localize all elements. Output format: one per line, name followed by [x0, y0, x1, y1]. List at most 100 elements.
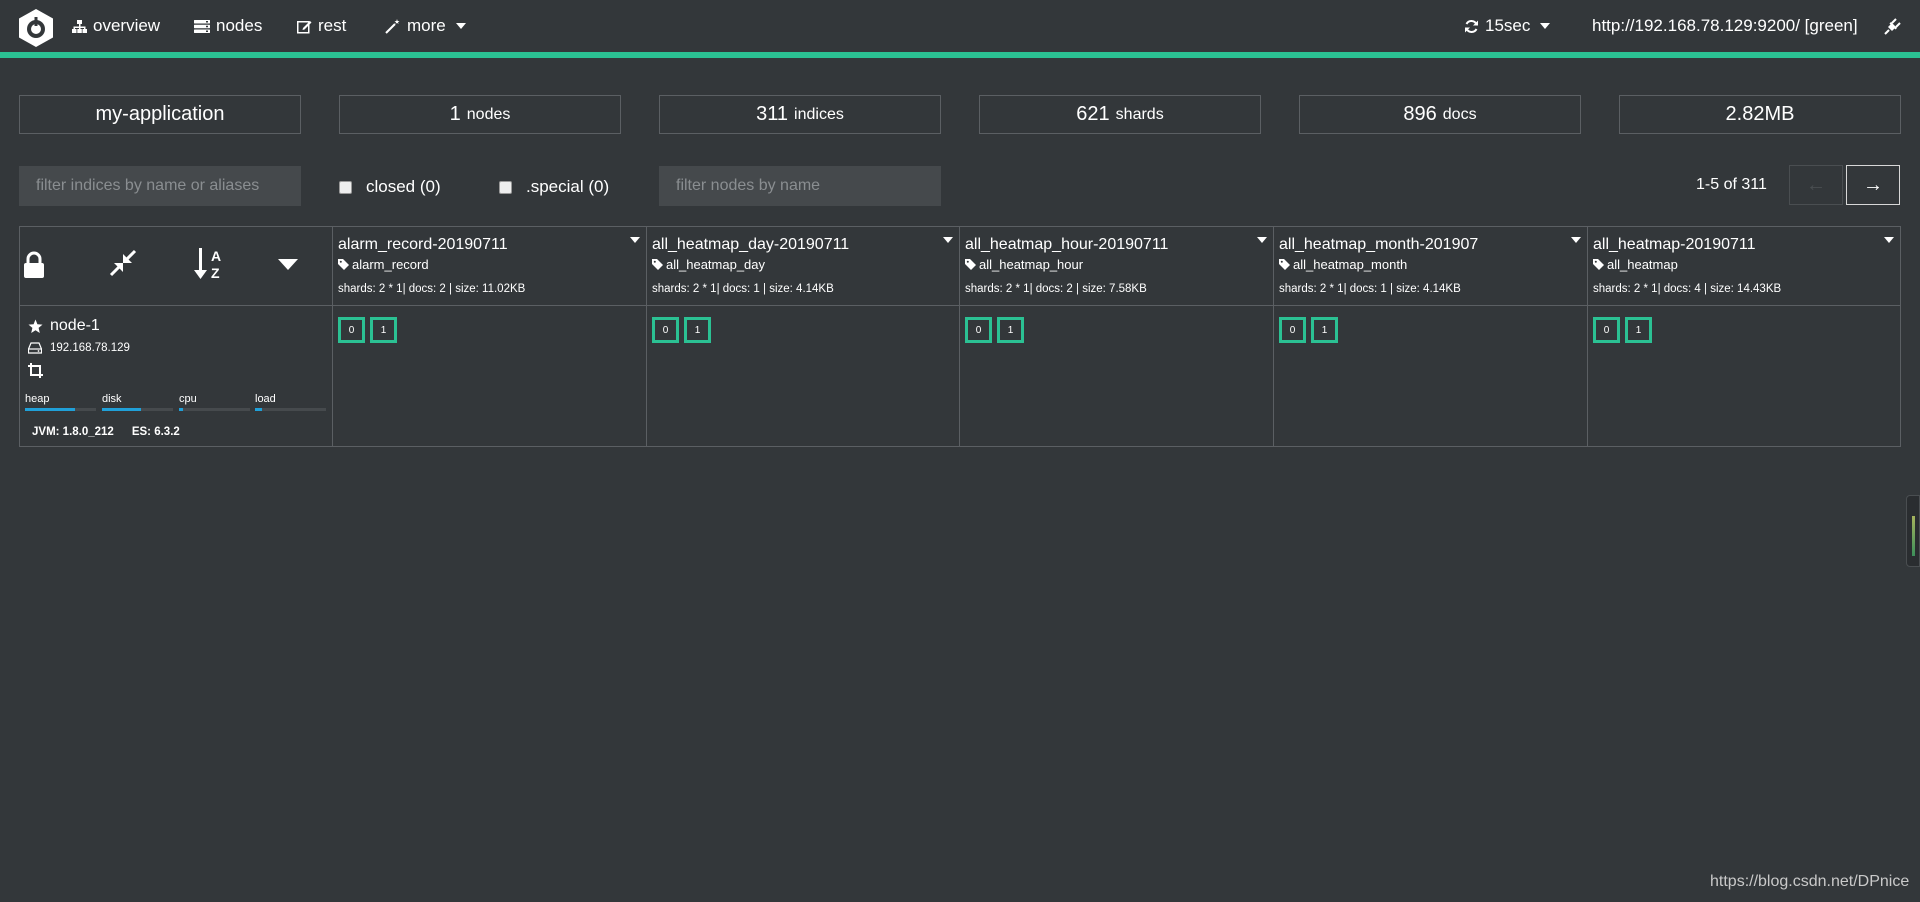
metric-heap-bar	[25, 408, 96, 411]
plug-icon	[1884, 17, 1901, 35]
star-icon	[28, 319, 43, 333]
docs-count: 896	[1403, 103, 1437, 125]
cluster-overview-grid: A Z node-1 192.168.78.129 heap disk cpu …	[19, 226, 1901, 447]
compress-icon[interactable]	[109, 249, 137, 277]
nav-overview[interactable]: overview	[72, 15, 160, 37]
nav-nodes[interactable]: nodes	[194, 15, 262, 37]
index-meta: shards: 2 * 1| docs: 2 | size: 11.02KB	[338, 283, 526, 295]
cluster-url[interactable]: http://192.168.78.129:9200/ [green]	[1592, 15, 1858, 37]
shard-box[interactable]: 1	[370, 317, 397, 343]
nodes-count: 1	[449, 103, 461, 125]
index-meta: shards: 2 * 1| docs: 4 | size: 14.43KB	[1593, 283, 1782, 295]
stat-cluster-name: my-application	[19, 95, 301, 134]
metric-heap-fill	[25, 408, 75, 411]
index-menu-caret-icon[interactable]	[630, 237, 640, 243]
index-header[interactable]: all_heatmap_day-20190711 all_heatmap_day…	[647, 227, 959, 305]
metric-heap-label: heap	[25, 393, 50, 405]
hdd-icon	[28, 342, 42, 354]
node-ip: 192.168.78.129	[28, 342, 130, 354]
index-header[interactable]: all_heatmap-20190711 all_heatmap shards:…	[1588, 227, 1900, 305]
chevron-down-icon	[1540, 23, 1551, 29]
index-header[interactable]: all_heatmap_month-201907 all_heatmap_mon…	[1274, 227, 1587, 305]
index-name[interactable]: all_heatmap_day-20190711	[652, 236, 849, 254]
tag-icon	[652, 259, 663, 270]
shard-box[interactable]: 1	[1311, 317, 1338, 343]
metric-load-label: load	[255, 393, 276, 405]
nav-rest[interactable]: rest	[297, 15, 346, 37]
stat-nodes: 1 nodes	[339, 95, 621, 134]
index-menu-caret-icon[interactable]	[1257, 237, 1267, 243]
nav-overview-label: overview	[93, 16, 161, 35]
index-name[interactable]: all_heatmap_month-201907	[1279, 236, 1478, 254]
filter-nodes-input[interactable]	[659, 166, 941, 206]
shard-box[interactable]: 1	[1625, 317, 1652, 343]
checkbox-box[interactable]	[339, 180, 352, 194]
index-header[interactable]: all_heatmap_hour-20190711 all_heatmap_ho…	[960, 227, 1273, 305]
index-header[interactable]: alarm_record-20190711 alarm_record shard…	[333, 227, 646, 305]
shard-box[interactable]: 1	[997, 317, 1024, 343]
shard-box[interactable]: 1	[684, 317, 711, 343]
index-menu-caret-icon[interactable]	[1884, 237, 1894, 243]
tag-icon	[1593, 259, 1604, 270]
watermark: https://blog.csdn.net/DPnice	[1710, 873, 1910, 890]
disconnect-button[interactable]	[1884, 15, 1901, 37]
shard-box[interactable]: 0	[965, 317, 992, 343]
metric-load-bar	[255, 408, 326, 411]
stat-shards: 621 shards	[979, 95, 1261, 134]
metric-load-fill	[255, 408, 263, 411]
node-name-label: node-1	[50, 317, 100, 334]
shard-box[interactable]: 0	[338, 317, 365, 343]
metric-load: load	[255, 393, 326, 411]
shard-box[interactable]: 0	[1279, 317, 1306, 343]
index-name[interactable]: all_heatmap-20190711	[1593, 236, 1756, 254]
refresh-icon	[1465, 19, 1478, 33]
index-menu-caret-icon[interactable]	[1571, 237, 1581, 243]
metric-cpu-label: cpu	[179, 393, 197, 405]
nav-more-label: more	[407, 16, 446, 35]
refresh-interval-dropdown[interactable]: 15sec	[1464, 15, 1551, 37]
previous-page-button[interactable]: ←	[1789, 165, 1843, 205]
index-meta: shards: 2 * 1| docs: 1 | size: 4.14KB	[1279, 283, 1461, 295]
crop-icon	[28, 363, 43, 378]
closed-indices-label: closed (0)	[366, 177, 441, 196]
lock-icon[interactable]	[22, 251, 46, 279]
tag-icon	[338, 259, 349, 270]
nodes-unit: nodes	[466, 105, 511, 123]
top-navbar: overview nodes rest more 15sec http://19…	[0, 0, 1920, 58]
index-alias-label: all_heatmap_day	[666, 257, 766, 272]
tag-icon	[1279, 259, 1290, 270]
index-name[interactable]: alarm_record-20190711	[338, 236, 508, 254]
node-name[interactable]: node-1	[28, 317, 100, 335]
index-alias: all_heatmap	[1593, 257, 1678, 272]
closed-indices-checkbox[interactable]: closed (0)	[339, 176, 441, 198]
stat-docs: 896 docs	[1299, 95, 1581, 134]
sort-alpha-icon[interactable]: A Z	[194, 246, 226, 282]
svg-text:Z: Z	[211, 265, 220, 281]
index-alias: all_heatmap_month	[1279, 257, 1407, 272]
shards-count: 621	[1076, 103, 1110, 125]
indices-unit: indices	[794, 105, 844, 123]
next-page-button[interactable]: →	[1846, 165, 1900, 205]
filter-indices-input[interactable]	[19, 166, 301, 206]
pagination-info: 1-5 of 311	[1696, 176, 1767, 193]
stat-size: 2.82MB	[1619, 95, 1901, 134]
index-name[interactable]: all_heatmap_hour-20190711	[965, 236, 1168, 254]
checkbox-box[interactable]	[499, 180, 512, 194]
side-widget-handle[interactable]	[1906, 495, 1920, 567]
cerebro-logo-icon[interactable]	[17, 8, 55, 48]
nav-more-dropdown[interactable]: more	[385, 15, 466, 37]
nav-rest-label: rest	[318, 16, 347, 35]
cluster-size: 2.82MB	[1725, 103, 1795, 125]
index-alias: all_heatmap_day	[652, 257, 765, 272]
shard-box[interactable]: 0	[1593, 317, 1620, 343]
index-menu-caret-icon[interactable]	[943, 237, 953, 243]
es-version: ES: 6.3.2	[131, 426, 180, 438]
tag-icon	[965, 259, 976, 270]
caret-down-icon[interactable]	[278, 259, 298, 271]
special-indices-checkbox[interactable]: .special (0)	[499, 176, 609, 198]
shard-box[interactable]: 0	[652, 317, 679, 343]
metric-disk: disk	[102, 393, 173, 411]
metric-cpu-bar	[179, 408, 250, 411]
node-versions: JVM: 1.8.0_212 ES: 6.3.2	[32, 426, 180, 438]
shards-unit: shards	[1115, 105, 1164, 123]
